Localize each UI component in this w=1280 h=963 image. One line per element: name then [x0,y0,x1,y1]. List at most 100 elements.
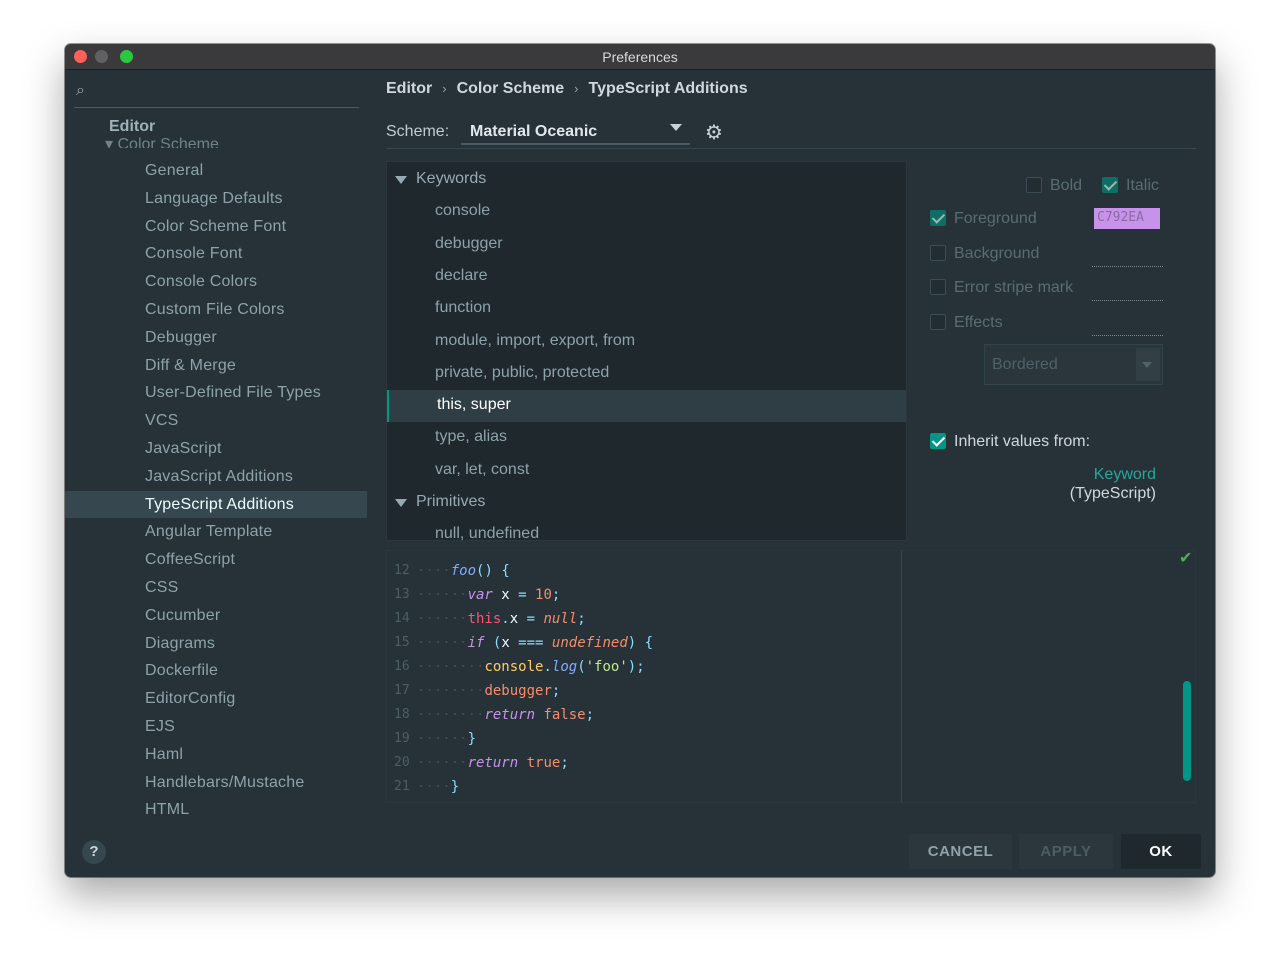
sidebar-item-angular-template[interactable]: Angular Template [145,523,272,541]
scheme-dropdown[interactable]: Material Oceanic [461,118,690,145]
foreground-label: Foreground [954,210,1037,227]
preview-scrollbar[interactable] [1183,681,1191,781]
foreground-checkbox[interactable] [930,210,946,226]
inherit-label: Inherit values from: [954,433,1091,450]
sidebar-item-user-defined-file-types[interactable]: User-Defined File Types [145,384,321,402]
line-number: 20 [394,755,410,770]
expand-triangle-icon[interactable] [395,176,407,184]
background-checkbox[interactable] [930,245,946,261]
breadcrumb-editor[interactable]: Editor [386,80,432,97]
gear-icon[interactable]: ⚙ [705,120,723,145]
inherit-checkbox[interactable] [930,433,946,449]
chevron-down-icon [670,124,682,131]
settings-search-input[interactable]: ⌕ [74,82,359,108]
help-button[interactable]: ? [82,840,106,864]
sidebar-item-css[interactable]: CSS [145,579,179,597]
apply-button[interactable]: APPLY [1019,834,1113,869]
expand-triangle-icon[interactable] [395,499,407,507]
tree-group-label: Keywords [416,170,487,187]
inherit-link-keyword[interactable]: Keyword [1094,466,1156,484]
line-number: 18 [394,707,410,722]
code-preview[interactable]: 12 ····foo() { 13 ······var x = 10; 14 ····… [386,550,1196,803]
sidebar-item-general[interactable]: General [145,162,203,180]
sidebar-item-diagrams[interactable]: Diagrams [145,635,215,653]
sidebar-item-typescript-additions[interactable]: TypeScript Additions [145,496,294,514]
breadcrumb-typescript-additions: TypeScript Additions [588,80,748,97]
tree-item-label: this, super [437,396,511,414]
background-color-field[interactable] [1092,266,1163,267]
sidebar-item-html[interactable]: HTML [145,801,189,819]
sidebar-item-vcs[interactable]: VCS [145,412,179,430]
scheme-dropdown-value: Material Oceanic [470,123,598,140]
window-title: Preferences [602,49,678,65]
line-number: 17 [394,683,410,698]
sidebar-item-handlebars-mustache[interactable]: Handlebars/Mustache [145,774,304,792]
tree-item[interactable]: module, import, export, from [387,326,906,358]
sidebar-item-cucumber[interactable]: Cucumber [145,607,220,625]
line-number: 21 [394,779,410,794]
tree-group-label: Primitives [416,493,486,510]
sidebar-item-diff-merge[interactable]: Diff & Merge [145,357,236,375]
effects-label: Effects [954,314,1003,331]
tree-group-primitives[interactable]: Primitives [387,487,906,519]
line-number: 15 [394,635,410,650]
sidebar-item-custom-file-colors[interactable]: Custom File Colors [145,301,285,319]
sidebar-item-javascript[interactable]: JavaScript [145,440,222,458]
bold-checkbox[interactable] [1026,177,1042,193]
preferences-window: Preferences ⌕ Editor ▾ Color Scheme Gene… [65,44,1215,877]
title-bar: Preferences [65,44,1215,70]
background-label: Background [954,245,1040,262]
line-number: 14 [394,611,410,626]
tree-item[interactable]: function [387,293,906,325]
chevron-down-icon [1136,348,1160,381]
tree-item-label: module, import, export, from [435,331,636,349]
tree-item[interactable]: type, alias [387,422,906,454]
effects-type-dropdown[interactable]: Bordered [984,344,1163,385]
chevron-right-icon: › [574,81,579,96]
ok-button[interactable]: OK [1121,834,1201,869]
sidebar-item-color-scheme[interactable]: ▾ Color Scheme [105,134,219,148]
divider [386,148,1196,149]
line-number: 19 [394,731,410,746]
cancel-button[interactable]: CANCEL [909,834,1012,869]
line-number: 13 [394,587,410,602]
tree-item[interactable]: console [387,196,906,228]
tree-group-keywords[interactable]: Keywords [387,164,906,196]
tree-item-label: console [435,202,491,220]
sidebar-item-console-font[interactable]: Console Font [145,245,243,263]
tree-item[interactable]: null, undefined [387,519,906,540]
error-stripe-color-field[interactable] [1092,300,1163,301]
sidebar-item-ejs[interactable]: EJS [145,718,175,736]
tree-item-label: function [435,299,492,317]
effects-checkbox[interactable] [930,314,946,330]
sidebar-item-color-scheme-font[interactable]: Color Scheme Font [145,218,286,236]
line-number: 16 [394,659,410,674]
foreground-color-swatch[interactable]: C792EA [1094,208,1160,229]
error-stripe-checkbox[interactable] [930,279,946,295]
tree-item[interactable]: this, super [387,390,906,423]
sidebar-item-coffeescript[interactable]: CoffeeScript [145,551,235,569]
effects-color-field[interactable] [1092,335,1163,336]
tree-item-label: private, public, protected [435,363,610,381]
tree-item[interactable]: private, public, protected [387,358,906,390]
chevron-right-icon: › [442,81,447,96]
italic-checkbox[interactable] [1102,177,1118,193]
tree-item[interactable]: var, let, const [387,455,906,487]
sidebar-item-haml[interactable]: Haml [145,746,183,764]
inherit-source: (TypeScript) [1069,485,1156,502]
sidebar-item-debugger[interactable]: Debugger [145,329,217,347]
tree-item[interactable]: debugger [387,229,906,261]
tree-item-label: debugger [435,234,503,252]
preview-divider [901,551,902,802]
sidebar-item-editorconfig[interactable]: EditorConfig [145,690,235,708]
sidebar-item-language-defaults[interactable]: Language Defaults [145,190,283,208]
sidebar-item-dockerfile[interactable]: Dockerfile [145,662,218,680]
tree-item[interactable]: declare [387,261,906,293]
breadcrumb-color-scheme[interactable]: Color Scheme [457,80,565,97]
bold-label: Bold [1050,177,1083,194]
scheme-label: Scheme: [386,123,450,140]
sidebar-item-javascript-additions[interactable]: JavaScript Additions [145,468,293,486]
tree-item-label: type, alias [435,428,508,446]
sidebar-item-console-colors[interactable]: Console Colors [145,273,257,291]
breadcrumb: Editor › Color Scheme › TypeScript Additions [386,80,748,98]
